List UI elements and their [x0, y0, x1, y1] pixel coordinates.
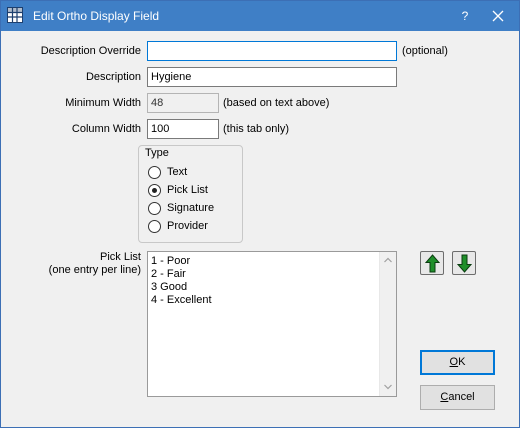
radio-button-selected[interactable]	[148, 184, 161, 197]
pick-list-label: Pick List	[100, 251, 141, 263]
chevron-down-icon	[384, 384, 392, 390]
ok-label: K	[458, 356, 466, 368]
close-button[interactable]	[483, 5, 513, 27]
pick-list-sublabel: (one entry per line)	[48, 264, 141, 276]
scroll-up-button[interactable]	[380, 252, 396, 269]
column-width-hint: (this tab only)	[223, 123, 290, 135]
cancel-button[interactable]: Cancel	[420, 385, 495, 410]
vertical-scrollbar[interactable]	[379, 252, 396, 396]
radio-dot	[152, 188, 157, 193]
minimum-width-label: Minimum Width	[65, 97, 141, 109]
pick-list-entry: 2 - Fair	[151, 268, 186, 280]
description-override-input[interactable]	[147, 41, 397, 61]
ok-mnemonic: O	[449, 356, 459, 368]
type-group-title: Type	[143, 147, 171, 159]
pick-list-entry: 4 - Excellent	[151, 294, 212, 306]
window-title: Edit Ortho Display Field	[33, 9, 160, 23]
radio-button[interactable]	[148, 166, 161, 179]
radio-label: Text	[167, 166, 188, 178]
dialog-window: Edit Ortho Display Field ? Description O…	[0, 0, 520, 428]
chevron-up-icon	[384, 257, 392, 263]
radio-button[interactable]	[148, 202, 161, 215]
column-width-input[interactable]	[147, 119, 219, 139]
arrow-up-icon	[425, 254, 440, 273]
help-button[interactable]: ?	[453, 5, 477, 27]
radio-label: Signature	[167, 202, 215, 214]
title-bar[interactable]: Edit Ortho Display Field ?	[1, 1, 519, 31]
radio-label: Provider	[167, 220, 208, 232]
description-label: Description	[85, 71, 141, 83]
description-override-label: Description Override	[40, 45, 141, 57]
arrow-down-icon	[457, 254, 472, 273]
grid-app-icon	[7, 7, 23, 23]
scroll-down-button[interactable]	[380, 379, 396, 396]
cancel-label: ancel	[448, 391, 475, 403]
move-down-button[interactable]	[452, 251, 476, 275]
minimum-width-hint: (based on text above)	[223, 97, 330, 109]
radio-label: Pick List	[167, 184, 208, 196]
description-input[interactable]	[147, 67, 397, 87]
pick-list-textarea[interactable]: 1 - Poor 2 - Fair 3 Good 4 - Excellent	[147, 251, 397, 397]
description-override-hint: (optional)	[402, 45, 448, 57]
ok-button[interactable]: OK	[420, 350, 495, 375]
pick-list-entry: 1 - Poor	[151, 255, 191, 267]
minimum-width-input	[147, 93, 219, 113]
move-up-button[interactable]	[420, 251, 444, 275]
pick-list-entry: 3 Good	[151, 281, 188, 293]
radio-button[interactable]	[148, 220, 161, 233]
column-width-label: Column Width	[71, 123, 141, 135]
close-icon	[492, 10, 504, 22]
pick-list-content: 1 - Poor 2 - Fair 3 Good 4 - Excellent	[151, 255, 379, 307]
